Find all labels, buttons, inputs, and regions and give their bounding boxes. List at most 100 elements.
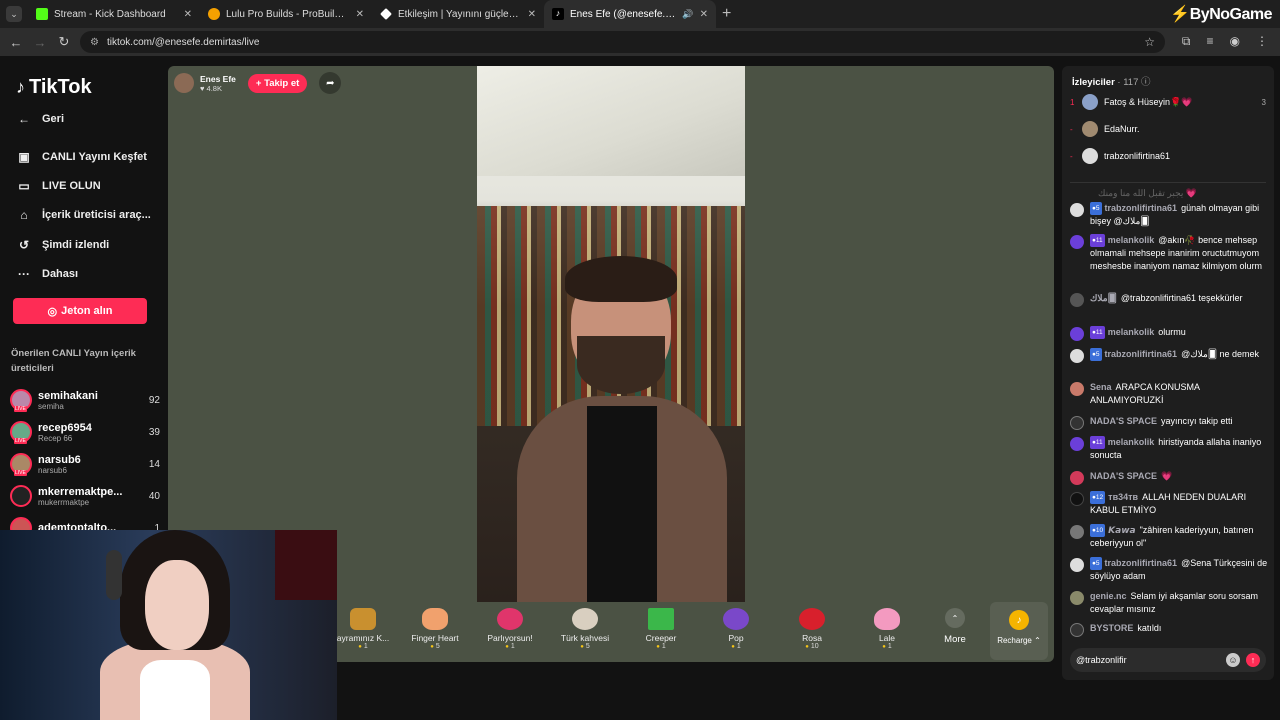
close-tab-icon[interactable]: ✕ — [184, 9, 192, 20]
chat-message[interactable]: ●5 trabzonlifirtina61 günah olmayan gibi b… — [1068, 202, 1268, 228]
suggested-creator[interactable]: LIVE recep6954 Recep 66 39 — [10, 418, 160, 446]
gift-item[interactable]: Creeper 1 — [626, 608, 696, 650]
tab-search-icon[interactable]: ⌄ — [6, 6, 22, 22]
share-icon[interactable]: ➦ — [319, 72, 342, 94]
info-icon[interactable]: ⓘ — [1141, 77, 1151, 88]
suggested-creator[interactable]: LIVE semihakani semiha 92 — [10, 386, 160, 414]
chat-username[interactable]: тв34тв — [1108, 492, 1138, 502]
tiktok-logo[interactable]: ♪ TikTok — [16, 76, 92, 99]
chat-message[interactable]: ●5 trabzonlifirtina61 @Sena Türkçesini de … — [1068, 557, 1268, 583]
bookmark-star-icon[interactable]: ☆ — [1144, 35, 1155, 49]
avatar — [1070, 382, 1084, 396]
close-tab-icon[interactable]: ✕ — [528, 9, 536, 20]
chat-message[interactable]: ●5 trabzonlifirtina61 @ملاك🂠 ne demek — [1068, 348, 1268, 363]
chat-username[interactable]: melankolik — [1108, 327, 1155, 337]
suggested-creator[interactable]: LIVE narsub6 narsub6 14 — [10, 450, 160, 478]
gift-name: Türk kahvesi — [560, 633, 610, 643]
chat-message[interactable]: ●12 тв34тв ALLAH NEDEN DUALARI KABUL ETMİY… — [1068, 491, 1268, 517]
chat-username[interactable]: NADA'S SPACE — [1090, 471, 1157, 481]
follow-button[interactable]: + Takip et — [247, 73, 308, 93]
webcam-overlay — [0, 530, 337, 720]
chat-username[interactable]: trabzonlifirtina61 — [1105, 203, 1178, 213]
gift-item[interactable]: Türk kahvesi 5 — [550, 608, 620, 650]
chat-message[interactable]: NADA'S SPACE yayıncıyı takip etti — [1068, 415, 1268, 430]
level-badge: ●5 — [1090, 557, 1102, 570]
sidebar-item-creator-tools[interactable]: ⌂ İçerik üreticisi araç... — [16, 208, 150, 222]
sidebar-item-go-live[interactable]: ▭ LIVE OLUN — [16, 179, 100, 193]
gift-item[interactable]: ayramınız K... 1 — [328, 608, 398, 650]
gift-item[interactable]: Parlıyorsun! 1 — [475, 608, 545, 650]
emoji-icon[interactable]: ☺ — [1226, 653, 1240, 667]
live-badge: LIVE — [14, 438, 27, 444]
new-tab-icon[interactable]: + — [722, 5, 731, 23]
gift-item[interactable]: Finger Heart 5 — [400, 608, 470, 650]
browser-tab-active[interactable]: ♪ Enes Efe (@enesefe.demirtas 🔊 ✕ — [544, 0, 716, 28]
headset-icon — [106, 550, 122, 600]
top-viewer[interactable]: 1 Fatoş & Hüseyin🌹💗 3 — [1070, 92, 1266, 112]
menu-kebab-icon[interactable]: ⋮ — [1256, 34, 1268, 49]
chat-message[interactable]: ●11 melankolik @akın🥀 bence mehsep olmamal… — [1068, 234, 1268, 273]
chat-username[interactable]: NADA'S SPACE — [1090, 416, 1157, 426]
chat-message[interactable]: BYSTORE katıldı — [1068, 622, 1268, 637]
browser-tab[interactable]: Stream - Kick Dashboard ✕ — [28, 0, 200, 28]
sidebar-item-watched[interactable]: ↺ Şimdi izlendi — [16, 238, 109, 252]
chat-text: @ملاك🂠 ne demek — [1181, 349, 1260, 359]
site-info-icon[interactable]: ⚙ — [90, 37, 99, 48]
suggested-creator[interactable]: mkerremaktpe... mukerrmaktpe 40 — [10, 482, 160, 510]
chat-message[interactable]: genie.nc Selam iyi akşamlar soru sorsam c… — [1068, 590, 1268, 616]
host-name[interactable]: Enes Efe — [200, 74, 236, 84]
chat-username[interactable]: trabzonlifirtina61 — [1105, 349, 1178, 359]
sidebar-item-more[interactable]: ··· Dahası — [16, 267, 78, 281]
creator-name: narsub6 — [38, 453, 81, 466]
chat-username[interactable]: 𝙆𝙖𝙬𝙖 — [1108, 525, 1135, 535]
chat-message[interactable]: ملاك🂠 @trabzonlifirtina61 teşekkürler — [1068, 292, 1268, 307]
profile-avatar-icon[interactable]: ◉ — [1230, 34, 1240, 49]
tiktok-note-icon: ♪ — [16, 77, 25, 97]
gift-name: Creeper — [645, 633, 677, 643]
chat-username[interactable]: ملاك🂠 — [1090, 293, 1117, 303]
sidebar-item-back[interactable]: ← Geri — [16, 112, 64, 126]
level-badge: ●11 — [1090, 326, 1105, 339]
close-tab-icon[interactable]: ✕ — [356, 9, 364, 20]
top-viewer[interactable]: - trabzonlifirtina61 — [1070, 146, 1266, 166]
live-video[interactable] — [477, 66, 745, 602]
sidebar-item-label: Şimdi izlendi — [42, 239, 110, 251]
chat-message[interactable]: NADA'S SPACE 💗 — [1068, 470, 1268, 485]
get-coins-button[interactable]: ◎ Jeton alın — [13, 298, 147, 324]
address-bar[interactable]: ⚙ tiktok.com/@enesefe.demirtas/live ☆ — [80, 31, 1165, 53]
media-controls-icon[interactable]: ≡ — [1207, 34, 1214, 49]
gift-item[interactable]: Rosa 10 — [777, 608, 847, 650]
chat-input-box[interactable]: @trabzonlifir ☺ ↑ — [1070, 648, 1266, 672]
audio-icon[interactable]: 🔊 — [682, 9, 693, 20]
top-viewer[interactable]: - EdaNurr. — [1070, 119, 1266, 139]
send-icon[interactable]: ↑ — [1246, 653, 1260, 667]
browser-tab[interactable]: Etkileşim | Yayınını güçlendirme ✕ — [372, 0, 544, 28]
extension-icons: ⧉ ≡ ◉ ⋮ — [1182, 34, 1268, 49]
recharge-button[interactable]: ♪ Recharge ⌃ — [990, 602, 1048, 660]
forward-icon[interactable]: → — [28, 35, 52, 50]
back-icon[interactable]: ← — [4, 35, 28, 50]
chat-username[interactable]: genie.nc — [1090, 591, 1127, 601]
video-ceiling — [477, 66, 745, 176]
chat-username[interactable]: trabzonlifirtina61 — [1105, 558, 1178, 568]
reload-icon[interactable]: ↻ — [52, 34, 76, 50]
more-gifts-button[interactable]: ⌃ More — [938, 608, 972, 645]
chat-text: olurmu — [1158, 327, 1186, 337]
chat-message[interactable]: ●11 melankolik olurmu — [1068, 326, 1268, 341]
chat-input[interactable]: @trabzonlifir — [1076, 655, 1226, 665]
browser-tab[interactable]: Lulu Pro Builds - ProBuilds.net ✕ — [200, 0, 372, 28]
host-avatar[interactable] — [174, 73, 194, 93]
sidebar-item-explore-live[interactable]: ▣ CANLI Yayını Keşfet — [16, 150, 147, 164]
gift-name: Finger Heart — [411, 633, 459, 643]
chat-username[interactable]: Sena — [1090, 382, 1112, 392]
chat-message[interactable]: Sena ARAPCA KONUSMA ANLAMIYORUZKİ — [1068, 381, 1268, 407]
chat-username[interactable]: melankolik — [1108, 437, 1155, 447]
chat-message[interactable]: ●10 𝙆𝙖𝙬𝙖 "zâhiren kaderiyyun, batınen cebe… — [1068, 524, 1268, 550]
chat-username[interactable]: melankolik — [1108, 235, 1155, 245]
gift-item[interactable]: Pop 1 — [701, 608, 771, 650]
extensions-icon[interactable]: ⧉ — [1182, 34, 1191, 49]
close-tab-icon[interactable]: ✕ — [700, 9, 708, 20]
chat-username[interactable]: BYSTORE — [1090, 623, 1133, 633]
gift-item[interactable]: Lale 1 — [852, 608, 922, 650]
chat-message[interactable]: ●11 melankolik hiristiyanda allaha inaniyo… — [1068, 436, 1268, 462]
